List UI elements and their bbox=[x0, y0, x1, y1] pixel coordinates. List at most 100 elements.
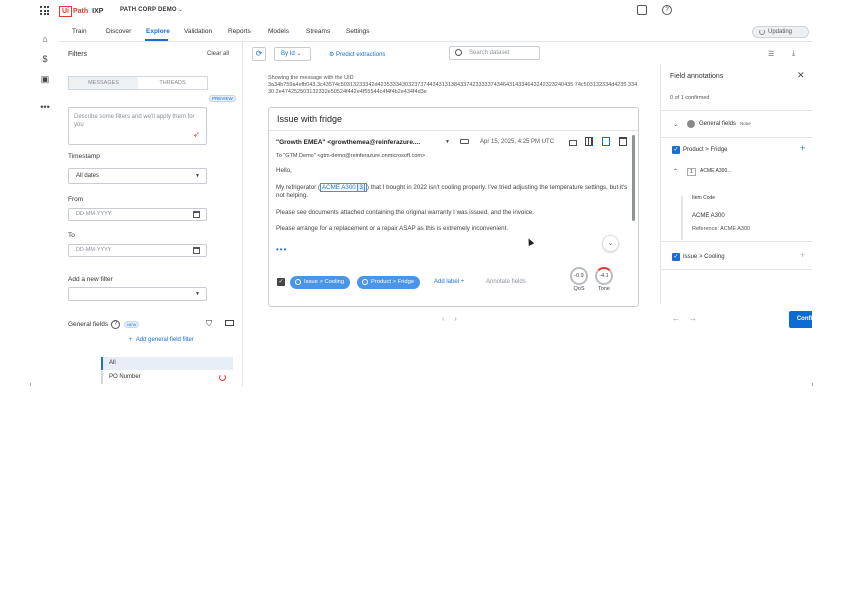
next-icon[interactable]: › bbox=[454, 316, 466, 323]
sort-by-select[interactable]: By Id ⌄ bbox=[274, 47, 311, 61]
trash-icon[interactable] bbox=[619, 137, 627, 146]
org-selector[interactable]: PATH CORP DEMO bbox=[120, 7, 177, 13]
calendar-icon bbox=[193, 211, 200, 218]
search-input[interactable]: Search dataset bbox=[449, 46, 540, 60]
add-general-field-button[interactable]: + Add general field filter bbox=[129, 337, 194, 343]
chevron-down-icon[interactable]: ▼ bbox=[445, 139, 450, 145]
tag-icon[interactable] bbox=[460, 139, 469, 144]
add-icon[interactable]: + bbox=[800, 143, 805, 153]
arrow-left-icon[interactable]: ← bbox=[672, 314, 689, 323]
status-badge: Updating bbox=[752, 26, 809, 38]
calendar-icon bbox=[193, 247, 200, 254]
message-date: Apr 15, 2025, 4:25 PM UTC bbox=[480, 139, 555, 145]
checkbox-icon[interactable]: ✓ bbox=[672, 253, 680, 261]
add-icon[interactable]: + bbox=[800, 250, 805, 260]
entry-value: ACME A300... bbox=[700, 168, 732, 174]
refresh-icon[interactable]: ⟳ bbox=[252, 47, 266, 61]
nav-tabs: Train Discover Explore Validation Report… bbox=[59, 22, 812, 42]
item-code-value[interactable]: ACME A300 bbox=[692, 213, 725, 219]
filters-panel: Filters Clear all MESSAGES THREADS PREVI… bbox=[59, 42, 243, 386]
ai-filter-input[interactable]: Describe some filters and we'll apply th… bbox=[68, 107, 207, 145]
search-icon bbox=[455, 49, 462, 56]
add-filter-label: Add a new filter bbox=[68, 276, 113, 283]
list-view-icon[interactable]: ☰ bbox=[768, 50, 774, 58]
segment-messages[interactable]: MESSAGES bbox=[69, 77, 138, 89]
list-item-all[interactable]: All bbox=[101, 357, 233, 370]
predict-extractions-button[interactable]: ⚙ Predict extractions bbox=[329, 51, 385, 58]
shield-icon[interactable]: ⛉ bbox=[206, 319, 212, 329]
label-pill-issue-cooling[interactable]: Issue > Cooling bbox=[290, 276, 351, 289]
document-icon[interactable]: ▣ bbox=[40, 74, 50, 84]
tab-validation[interactable]: Validation bbox=[184, 28, 212, 35]
general-fields-row[interactable]: General fields None bbox=[699, 121, 751, 127]
confirmed-count: 0 of 1 confirmed bbox=[670, 95, 710, 101]
confirm-all-button[interactable]: Confirm all bbox=[789, 311, 812, 328]
show-more-button[interactable]: ••• bbox=[276, 245, 287, 254]
app-window: Ui Path IXP PATH CORP DEMO ⌄ ? ⌂ $ ▣ ••• … bbox=[31, 0, 812, 386]
home-icon[interactable]: ⌂ bbox=[40, 34, 50, 44]
close-icon[interactable]: ✕ bbox=[797, 70, 805, 81]
monitor-icon[interactable] bbox=[225, 320, 234, 326]
qos-gauge: -0.9 QoS bbox=[569, 267, 589, 293]
uipath-logo: Ui Path IXP bbox=[59, 5, 103, 17]
add-label-button[interactable]: Add label + bbox=[434, 279, 464, 285]
timestamp-select[interactable]: All dates ▼ bbox=[68, 168, 207, 184]
tab-train[interactable]: Train bbox=[72, 28, 87, 35]
chevron-down-icon[interactable]: ⌄ bbox=[673, 121, 678, 128]
new-badge: NEW bbox=[124, 320, 140, 328]
loading-icon bbox=[219, 374, 226, 381]
segment-threads[interactable]: THREADS bbox=[138, 77, 207, 89]
general-fields-row: General fields ? NEW ⛉ bbox=[68, 318, 238, 330]
chevron-down-icon[interactable]: ⌄ bbox=[178, 6, 183, 13]
notification-icon[interactable] bbox=[637, 5, 647, 15]
divider bbox=[269, 130, 638, 131]
product-name: IXP bbox=[92, 7, 104, 15]
scroll-down-button[interactable]: ⌄ bbox=[602, 235, 619, 252]
download-icon[interactable]: ⤓ bbox=[792, 50, 795, 58]
tab-models[interactable]: Models bbox=[268, 28, 289, 35]
comment-icon[interactable] bbox=[569, 140, 577, 146]
tab-streams[interactable]: Streams bbox=[306, 28, 330, 35]
dollar-icon[interactable]: $ bbox=[40, 54, 50, 64]
open-external-icon[interactable] bbox=[602, 137, 610, 146]
tab-discover[interactable]: Discover bbox=[106, 28, 131, 35]
annotations-title: Field annotations bbox=[670, 73, 724, 80]
apps-grid-icon[interactable] bbox=[40, 6, 49, 15]
preview-badge: PREVIEW bbox=[209, 95, 236, 102]
label-pill-product-fridge[interactable]: Product > Fridge bbox=[357, 276, 421, 289]
scrollbar[interactable] bbox=[632, 135, 635, 221]
sparkle-send-icon[interactable]: ➶ bbox=[193, 130, 200, 139]
prev-icon[interactable]: ‹ bbox=[442, 316, 454, 323]
tone-gauge: -4.1 Tone bbox=[594, 267, 614, 293]
clear-all-button[interactable]: Clear all bbox=[207, 51, 229, 57]
field-annotations-panel: Field annotations ✕ 0 of 1 confirmed ⌄ G… bbox=[660, 64, 812, 304]
help-icon[interactable]: ? bbox=[111, 319, 121, 329]
messages-threads-toggle: MESSAGES THREADS bbox=[68, 76, 208, 90]
recipient: To "GTM Demo" <gtm-demo@reinferazure.onm… bbox=[276, 153, 426, 159]
checkbox-icon[interactable]: ✓ bbox=[277, 278, 285, 286]
tab-reports[interactable]: Reports bbox=[228, 28, 251, 35]
uid-value: 3a34b759a4efb043.3c43574c50313233342d423… bbox=[268, 82, 638, 95]
table-icon[interactable] bbox=[585, 137, 593, 146]
add-filter-select[interactable]: ▼ bbox=[68, 287, 207, 301]
filters-title: Filters bbox=[68, 51, 88, 58]
globe-icon bbox=[687, 120, 695, 128]
help-icon[interactable]: ? bbox=[662, 5, 672, 15]
message-body: Hello, My refrigerator (ACME A300 3) tha… bbox=[276, 167, 628, 232]
message-title: Issue with fridge bbox=[277, 114, 343, 124]
item-code-field: Item Code ACME A300 Reference: ACME A300 bbox=[681, 195, 805, 240]
tab-settings[interactable]: Settings bbox=[346, 28, 370, 35]
from-date-input[interactable]: DD-MM-YYYY bbox=[68, 208, 207, 221]
tab-explore[interactable]: Explore bbox=[146, 28, 170, 35]
active-tab-indicator bbox=[145, 39, 168, 41]
top-bar: Ui Path IXP PATH CORP DEMO ⌄ ? bbox=[31, 0, 812, 22]
extraction-highlight[interactable]: ACME A300 3 bbox=[320, 182, 367, 192]
annotate-fields-button[interactable]: Annotate fields bbox=[486, 279, 526, 285]
arrow-right-icon[interactable]: → bbox=[689, 314, 706, 323]
timestamp-label: Timestamp bbox=[68, 153, 100, 160]
checkbox-icon[interactable]: ✓ bbox=[672, 146, 680, 154]
to-date-input[interactable]: DD-MM-YYYY bbox=[68, 244, 207, 257]
chevron-up-icon[interactable]: ⌃ bbox=[673, 168, 678, 175]
entry-index: 1 bbox=[687, 168, 696, 176]
more-icon[interactable]: ••• bbox=[40, 102, 50, 112]
